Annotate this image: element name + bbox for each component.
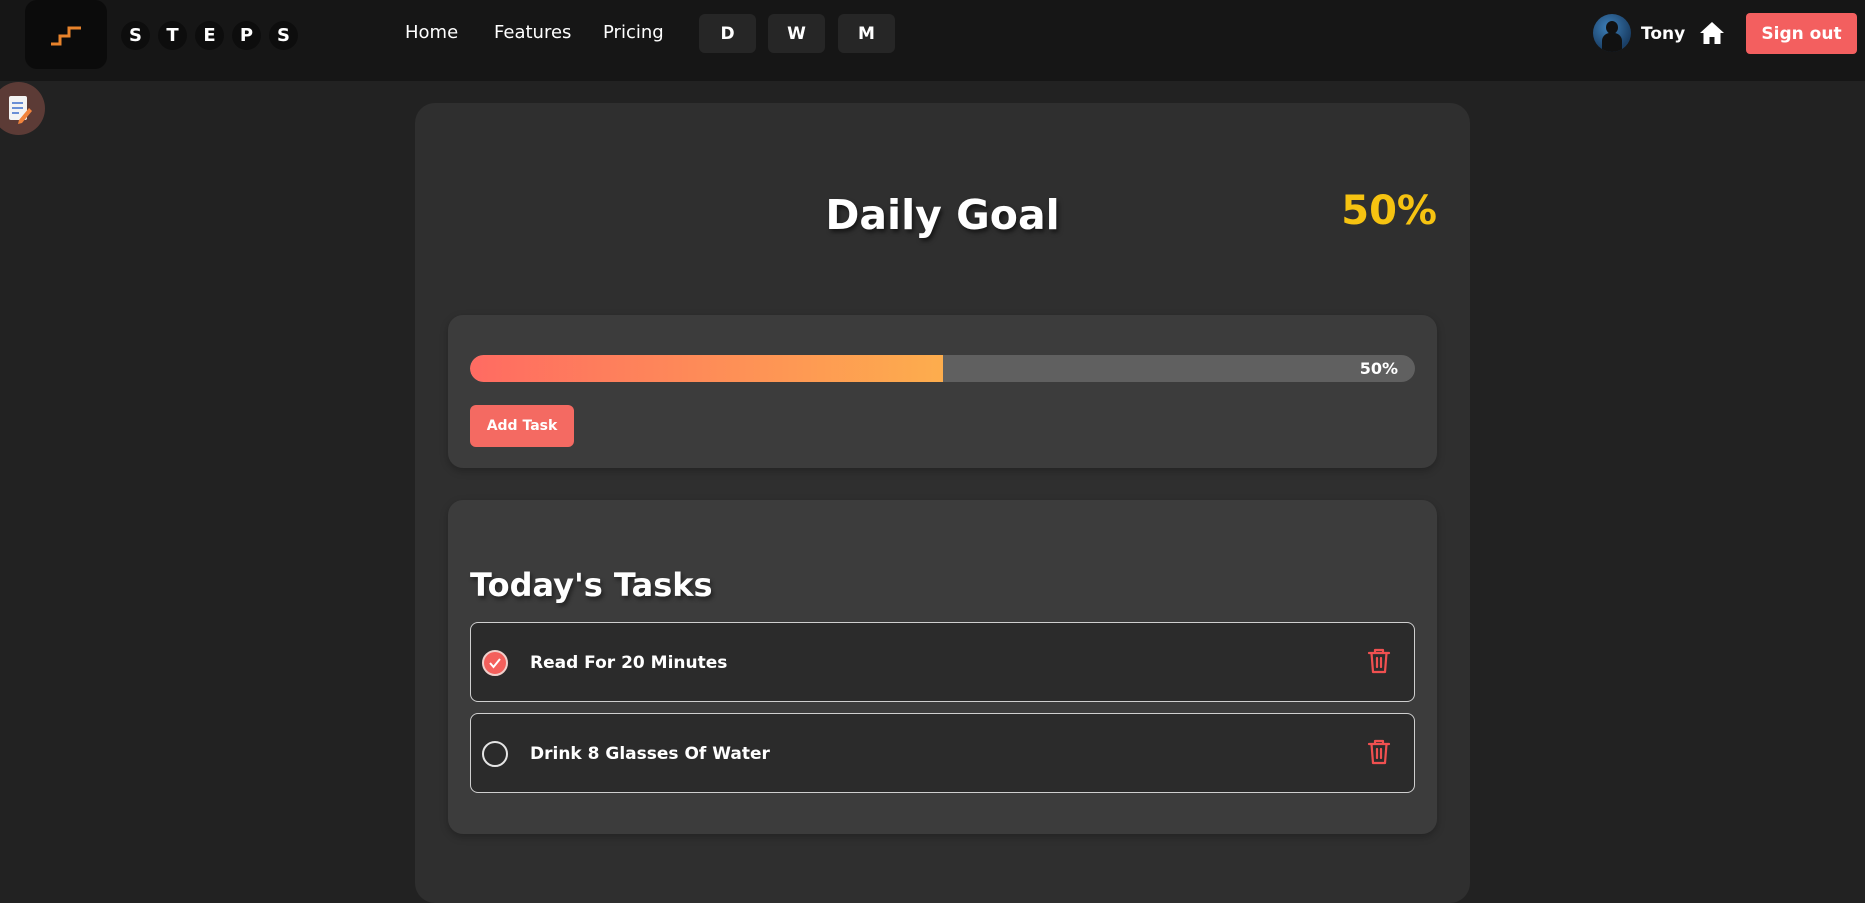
brand-letter: S [269, 21, 298, 50]
nav-link-features[interactable]: Features [494, 22, 571, 43]
progress-fill [470, 355, 943, 382]
progress-card: 50% Add Task [448, 315, 1437, 468]
top-navbar: S T E P S Home Features Pricing D W M To… [0, 0, 1865, 81]
goal-panel: Daily Goal 50% 50% Add Task Today's Task… [415, 103, 1470, 903]
task-row: Drink 8 Glasses Of Water [470, 713, 1415, 793]
view-weekly-button[interactable]: W [768, 14, 825, 53]
progress-label: 50% [1359, 359, 1398, 378]
view-daily-button[interactable]: D [699, 14, 756, 53]
brand-letter: E [195, 21, 224, 50]
task-label: Drink 8 Glasses Of Water [530, 744, 770, 764]
brand-letter: P [232, 21, 261, 50]
trash-icon[interactable] [1366, 647, 1392, 675]
task-checkbox[interactable] [482, 650, 508, 676]
add-task-button[interactable]: Add Task [470, 405, 574, 447]
page-title: Daily Goal [825, 191, 1060, 239]
progress-bar: 50% [470, 355, 1415, 382]
check-icon [489, 658, 501, 669]
brand-wordmark: S T E P S [121, 21, 298, 50]
view-monthly-button[interactable]: M [838, 14, 895, 53]
edit-note-icon[interactable] [0, 82, 45, 135]
user-name: Tony [1641, 24, 1686, 44]
nav-link-pricing[interactable]: Pricing [603, 22, 664, 43]
tasks-title: Today's Tasks [470, 566, 713, 604]
avatar[interactable] [1593, 14, 1631, 52]
home-icon[interactable] [1699, 21, 1725, 45]
brand-letter: T [158, 21, 187, 50]
task-checkbox[interactable] [482, 741, 508, 767]
nav-link-home[interactable]: Home [405, 22, 458, 43]
stairs-icon[interactable] [25, 0, 107, 69]
goal-percent: 50% [1341, 188, 1437, 234]
trash-icon[interactable] [1366, 738, 1392, 766]
sign-out-button[interactable]: Sign out [1746, 13, 1857, 54]
brand-letter: S [121, 21, 150, 50]
task-row: Read For 20 Minutes [470, 622, 1415, 702]
task-label: Read For 20 Minutes [530, 653, 728, 673]
tasks-card: Today's Tasks Read For 20 Minutes Drink … [448, 500, 1437, 834]
